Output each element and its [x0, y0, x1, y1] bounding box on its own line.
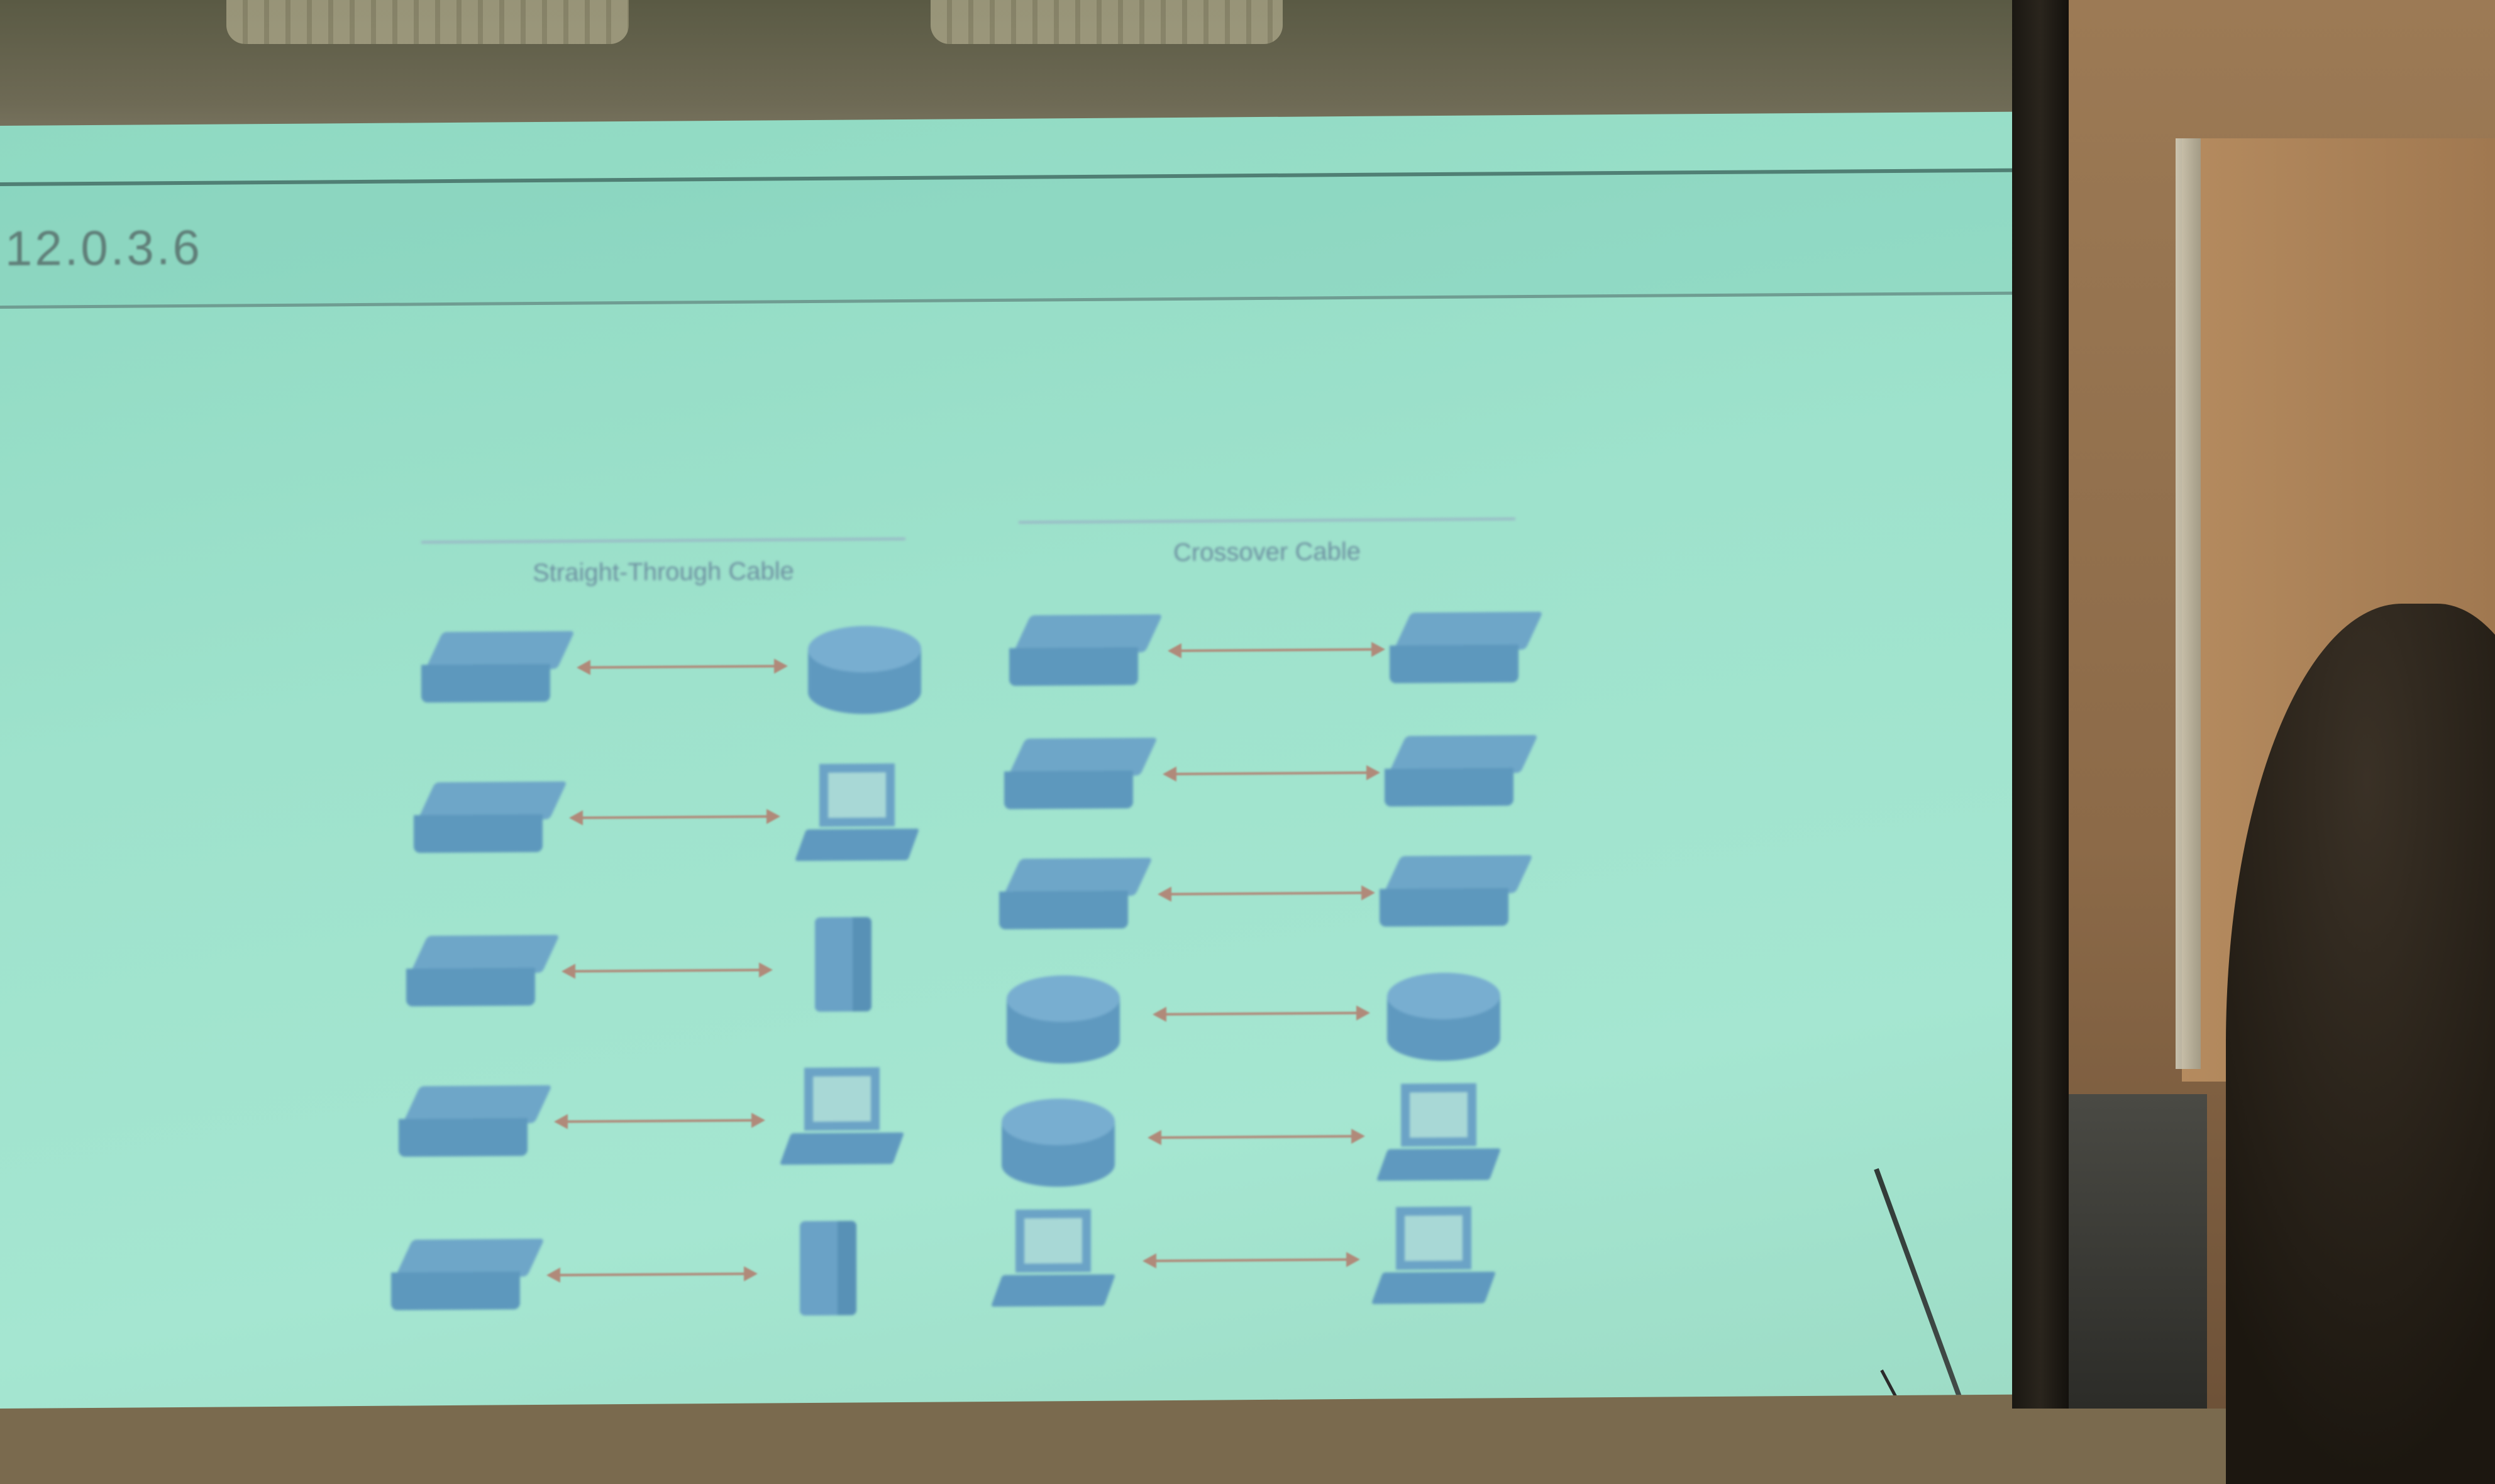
pc-icon: [1376, 1083, 1502, 1190]
switch-icon: [391, 1238, 545, 1315]
pc-icon: [794, 763, 920, 871]
projection-screen: 12.0.3.6 Straight-Through Cable Crossove…: [0, 111, 2031, 1409]
connection-arrow: [1159, 1134, 1354, 1139]
slide-header-bar: [0, 168, 2031, 309]
switch-icon: [406, 934, 560, 1012]
pc-icon: [1371, 1206, 1496, 1314]
connection-arrow: [588, 665, 777, 669]
screen-crease: [1880, 1369, 1960, 1409]
switch-icon: [399, 1085, 552, 1162]
version-label: 12.0.3.6: [5, 219, 202, 276]
switch-icon: [999, 858, 1153, 934]
connection-arrow: [573, 968, 761, 973]
router-icon: [1387, 972, 1500, 1061]
connection-arrow: [1154, 1258, 1349, 1263]
connection-arrow: [558, 1272, 746, 1276]
connection-arrow: [1174, 771, 1369, 775]
screen-crease: [1874, 1168, 2000, 1409]
switch-icon: [1380, 855, 1533, 932]
switch-icon: [414, 781, 567, 858]
left-panel-title: Straight-Through Cable: [421, 537, 905, 589]
screen-frame-pillar: [2012, 0, 2069, 1409]
router-icon: [1007, 975, 1120, 1064]
switch-icon: [1390, 611, 1543, 689]
right-panel-title: Crossover Cable: [1019, 518, 1515, 568]
connection-arrow: [580, 815, 769, 819]
ceiling-light-strip: [226, 0, 629, 44]
connection-arrow: [1164, 1011, 1359, 1016]
server-icon: [800, 1221, 856, 1316]
switch-icon: [421, 631, 575, 708]
switch-icon: [1009, 614, 1163, 691]
switch-icon: [1004, 738, 1158, 814]
server-icon: [815, 917, 871, 1012]
connection-arrow: [1169, 891, 1364, 896]
pc-icon: [990, 1209, 1116, 1317]
switch-icon: [1385, 734, 1538, 812]
connection-arrow: [1179, 648, 1374, 652]
router-icon: [808, 625, 921, 715]
pc-icon: [779, 1067, 905, 1175]
connection-arrow: [565, 1119, 754, 1123]
router-icon: [1002, 1098, 1115, 1187]
wall-light: [2176, 138, 2201, 1069]
ceiling-light-strip: [931, 0, 1283, 44]
